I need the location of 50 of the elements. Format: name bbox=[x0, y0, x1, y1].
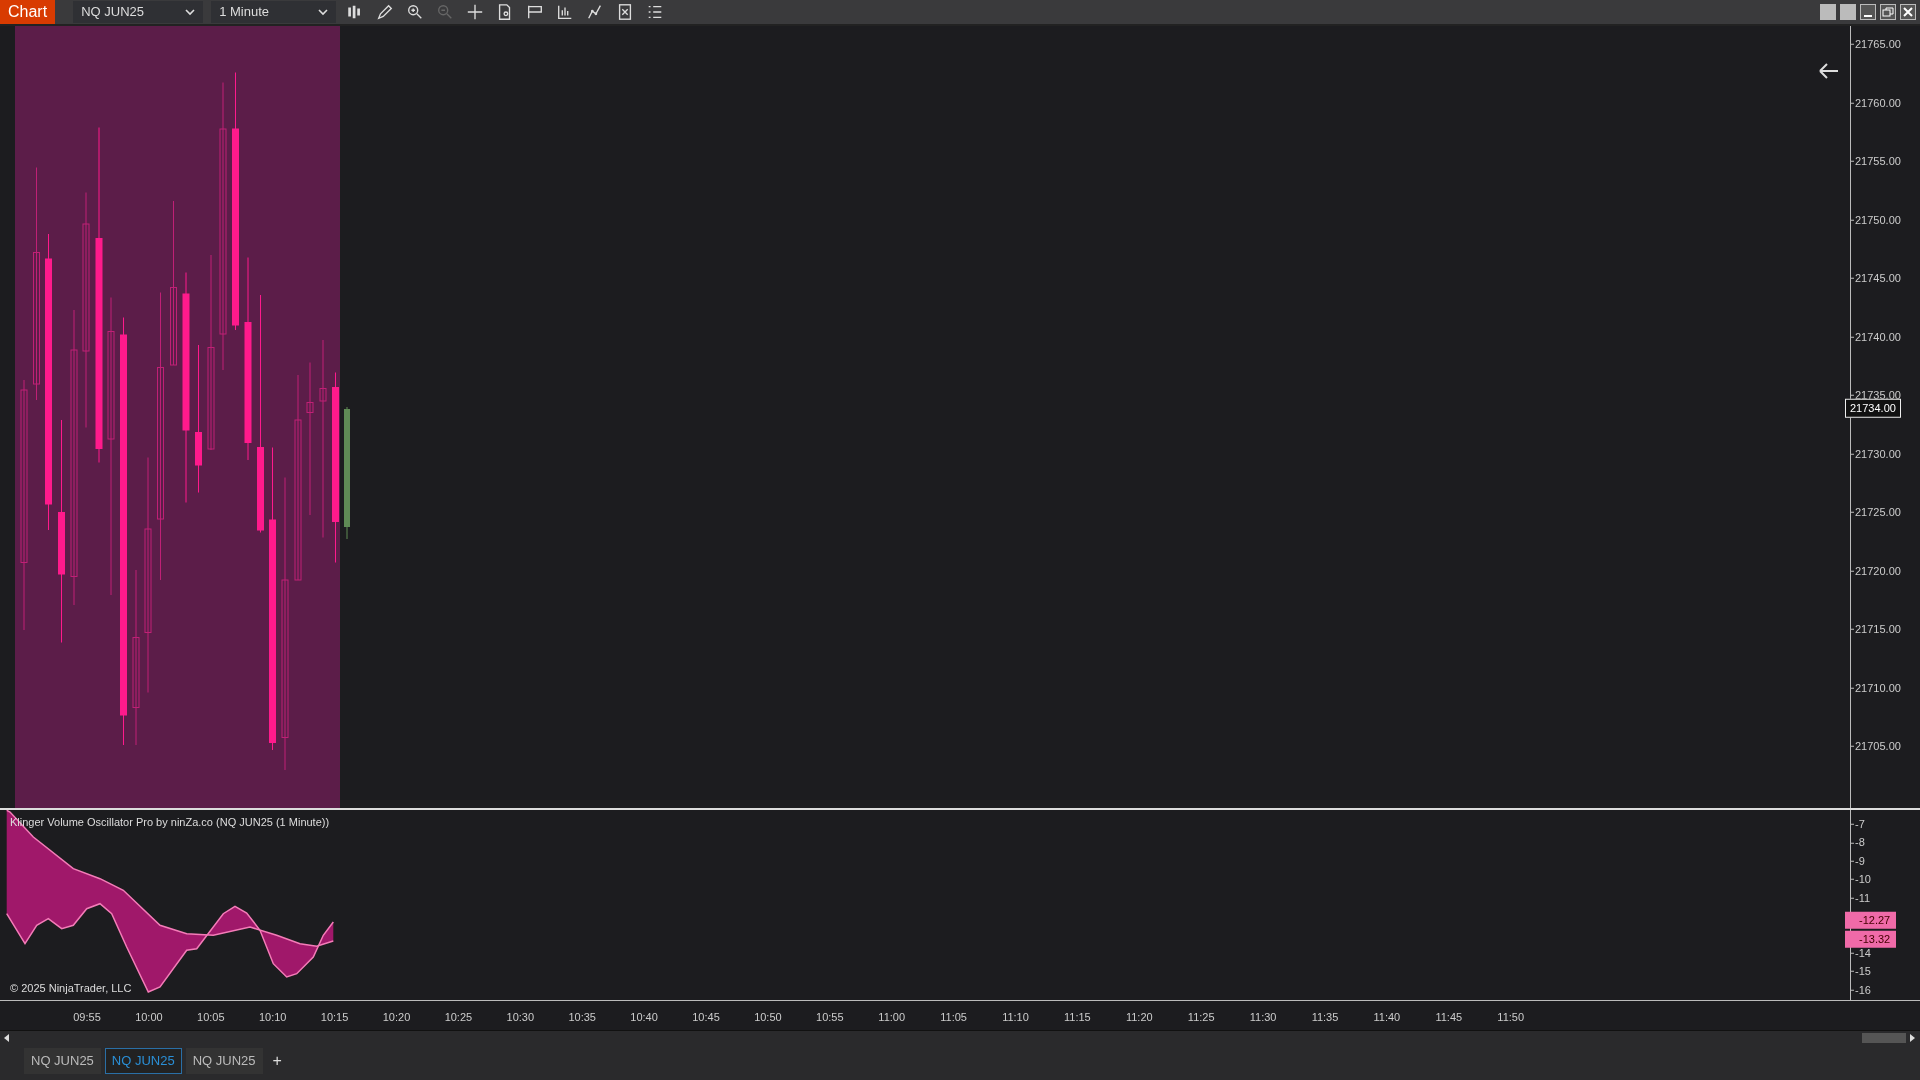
time-label: 10:00 bbox=[135, 1010, 163, 1025]
chart-title: Chart bbox=[0, 0, 56, 24]
time-label: 11:25 bbox=[1187, 1010, 1215, 1025]
value-tag: -13.32 bbox=[1845, 930, 1897, 948]
time-label: 10:05 bbox=[197, 1010, 225, 1025]
current-price-tag: 21734.00 bbox=[1845, 398, 1901, 418]
interval-dropdown[interactable]: 1 Minute bbox=[211, 1, 337, 23]
time-label: 10:50 bbox=[754, 1010, 782, 1025]
time-label: 10:30 bbox=[506, 1010, 535, 1025]
time-label: 11:50 bbox=[1497, 1010, 1525, 1025]
crosshair-icon bbox=[466, 3, 485, 21]
time-label: 10:40 bbox=[630, 1010, 658, 1025]
time-label: 10:10 bbox=[258, 1010, 287, 1025]
pencil-icon bbox=[376, 3, 395, 21]
restore-icon bbox=[1881, 5, 1895, 19]
chart-tab[interactable]: NQ JUN25 bbox=[185, 1048, 263, 1074]
add-tab-button[interactable]: + bbox=[266, 1049, 288, 1073]
caret-icon bbox=[185, 8, 196, 16]
instrument-dropdown[interactable]: NQ JUN25 bbox=[73, 1, 204, 23]
scrollbar-thumb[interactable] bbox=[1862, 1032, 1906, 1043]
time-label: 10:20 bbox=[382, 1010, 411, 1025]
scroll-right-icon[interactable] bbox=[1910, 1033, 1916, 1042]
chart-tab[interactable]: NQ JUN25 bbox=[24, 1048, 101, 1074]
time-label: 11:45 bbox=[1435, 1010, 1463, 1025]
copyright-text: © 2025 NinjaTrader, LLC bbox=[10, 980, 132, 996]
time-label: 10:55 bbox=[816, 1010, 844, 1025]
flag-icon bbox=[526, 3, 545, 21]
chart-tab[interactable]: NQ JUN25 bbox=[104, 1048, 182, 1074]
close-button[interactable] bbox=[1900, 4, 1916, 20]
scroll-left-icon[interactable] bbox=[4, 1033, 10, 1042]
restore-button[interactable] bbox=[1880, 4, 1896, 20]
time-label: 11:10 bbox=[1002, 1010, 1029, 1025]
value-tag: -12.27 bbox=[1845, 911, 1897, 929]
time-label: 10:25 bbox=[444, 1010, 473, 1025]
time-label: 10:15 bbox=[320, 1010, 349, 1025]
time-label: 11:00 bbox=[878, 1010, 906, 1025]
time-label: 09:55 bbox=[73, 1010, 101, 1025]
close-icon bbox=[1901, 5, 1915, 19]
time-label: 11:35 bbox=[1311, 1010, 1339, 1025]
caret-icon bbox=[318, 8, 329, 16]
time-label: 11:15 bbox=[1064, 1010, 1091, 1025]
back-arrow-icon[interactable] bbox=[1819, 63, 1839, 79]
time-label: 11:30 bbox=[1249, 1010, 1277, 1025]
minimize-icon bbox=[1864, 15, 1872, 17]
time-label: 11:20 bbox=[1125, 1010, 1153, 1025]
time-label: 11:40 bbox=[1373, 1010, 1401, 1025]
time-label: 11:05 bbox=[940, 1010, 967, 1025]
minimize-button[interactable] bbox=[1860, 4, 1876, 20]
time-label: 10:45 bbox=[692, 1010, 720, 1025]
time-label: 10:35 bbox=[568, 1010, 596, 1025]
